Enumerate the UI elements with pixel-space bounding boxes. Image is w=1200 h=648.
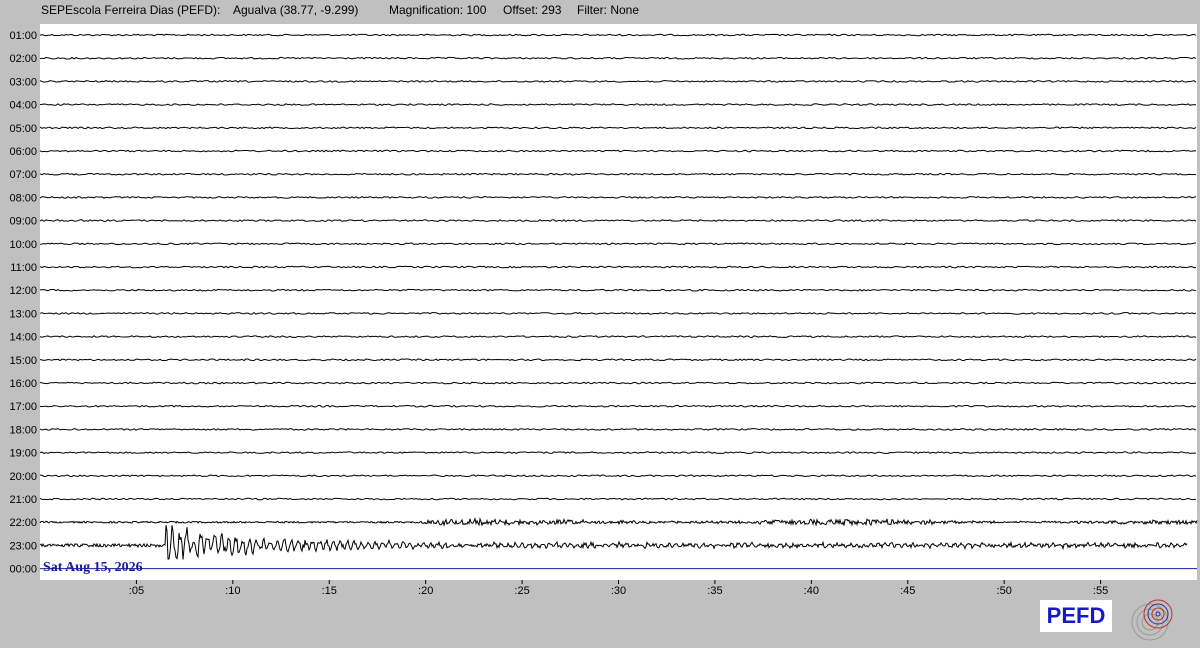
x-tick-label: :45 — [900, 585, 915, 597]
row-label: 15:00 — [9, 355, 37, 367]
row-label: 06:00 — [9, 146, 37, 158]
row-label: 02:00 — [9, 53, 37, 65]
row-label: 08:00 — [9, 192, 37, 204]
row-label: 23:00 — [9, 540, 37, 552]
date-label: Sat Aug 15, 2026 — [43, 560, 143, 575]
station-logo: PEFD — [1040, 600, 1112, 632]
row-label: 07:00 — [9, 169, 37, 181]
row-label-group: 01:00 02:00 03:00 04:00 05:00 06:00 07:00 08:00… — [9, 30, 37, 576]
plot-area — [40, 24, 1197, 580]
row-label: 11:00 — [10, 262, 37, 274]
row-label: 14:00 — [9, 332, 37, 344]
row-label: 16:00 — [9, 378, 37, 390]
row-label: 17:00 — [9, 401, 37, 413]
x-tick-label: :15 — [322, 585, 337, 597]
x-tick-label: :55 — [1093, 585, 1108, 597]
row-label: 05:00 — [9, 123, 37, 135]
row-label: 04:00 — [9, 100, 37, 112]
row-label: 19:00 — [9, 448, 37, 460]
x-tick-label: :10 — [225, 585, 240, 597]
x-tick-label: :30 — [611, 585, 626, 597]
seismograph-seal-icon — [1131, 599, 1173, 641]
row-label: 10:00 — [9, 239, 37, 251]
x-tick-label: :35 — [707, 585, 722, 597]
row-label: 00:00 — [9, 564, 37, 576]
x-tick-label: :50 — [997, 585, 1012, 597]
row-label: 21:00 — [9, 494, 37, 506]
row-label: 12:00 — [9, 285, 37, 297]
row-label: 18:00 — [9, 424, 37, 436]
row-label: 09:00 — [9, 216, 37, 228]
row-label: 13:00 — [9, 308, 37, 320]
row-label: 22:00 — [9, 517, 37, 529]
x-tick-label: :25 — [514, 585, 529, 597]
x-tick-label: :20 — [418, 585, 433, 597]
row-label: 01:00 — [9, 30, 37, 42]
row-label: 03:00 — [9, 76, 37, 88]
x-tick-label: :05 — [129, 585, 144, 597]
row-label: 20:00 — [9, 471, 37, 483]
helicorder-chart: 01:00 02:00 03:00 04:00 05:00 06:00 07:00 08:00… — [9, 24, 1198, 597]
x-tick-label: :40 — [804, 585, 819, 597]
x-axis: :05 :10 :15 :20 :25 :30 :35 :40 :45 :50 :55 — [129, 580, 1108, 597]
